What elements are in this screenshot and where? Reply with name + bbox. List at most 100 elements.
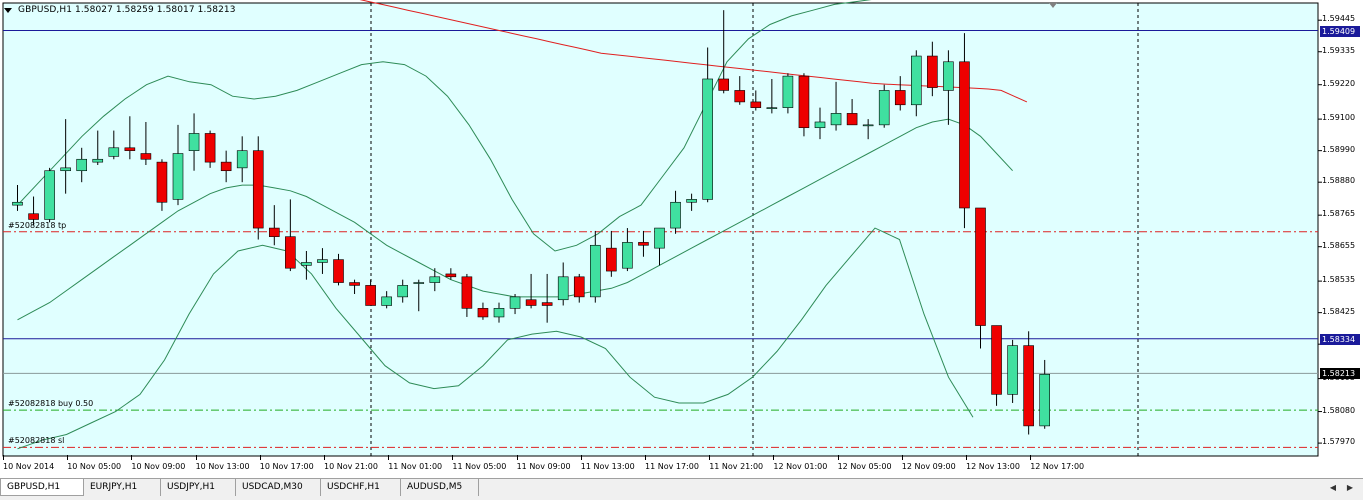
candle-bull [814,121,826,129]
candle-bear [606,247,617,272]
time-axis-label: 12 Nov 09:00 [901,462,956,471]
chart-tab-bar: GBPUSD,H1 EURJPY,H1 USDJPY,H1 USDCAD,M30 USD… [0,478,1363,500]
price-axis-label: 1.59100 [1322,113,1356,123]
candle-bear [991,325,1002,395]
candle-bull [557,276,569,301]
time-tick [452,455,454,460]
candle-bull [686,199,697,203]
tab-audusd-m5[interactable]: AUDUSD,M5 [401,479,479,496]
time-tick [645,455,646,460]
price-axis-label: 1.58765 [1322,209,1356,219]
tab-usdcad-m30[interactable]: USDCAD,M30 [236,479,321,496]
price-axis-label: 1.59220 [1322,78,1356,88]
time-tick [195,455,197,460]
price-chart[interactable] [0,0,1363,478]
candle-bear [365,285,376,306]
time-tick [901,455,903,460]
scroll-left-icon[interactable]: ◀ [1328,482,1338,493]
candle-bear [975,207,986,326]
candle-bear [349,282,360,286]
bid-line-label: 1.58213 [1320,368,1360,380]
price-axis-label: 1.58880 [1322,176,1356,186]
time-axis-label: 10 Nov 05:00 [67,462,122,471]
candle-bear [333,259,344,283]
candle-bull [509,296,521,309]
time-axis-label: 10 Nov 2014 [3,462,55,471]
time-tick [388,455,390,460]
time-tick [837,455,839,460]
tab-eurjpy-h1[interactable]: EURJPY,H1 [84,479,161,496]
time-axis-label: 12 Nov 17:00 [1030,462,1085,471]
time-axis-label: 11 Nov 05:00 [452,462,507,471]
price-axis-label: 1.58990 [1322,144,1356,154]
candle-bear [461,276,473,309]
candle-bull [654,227,665,249]
time-tick [1030,455,1032,460]
candle-bull [943,61,954,91]
candle-bull [622,242,633,269]
time-tick [324,455,325,460]
candle-bear [268,227,280,237]
time-axis-label: 10 Nov 17:00 [259,462,314,471]
candle-bull [782,75,794,108]
candle-bull [44,170,55,220]
candle-bear [541,302,553,306]
time-tick [67,455,69,460]
candle-bull [188,133,200,151]
level-low-label: 1.58334 [1320,333,1360,345]
candle-bull [910,55,922,106]
candle-bear [445,273,457,278]
tab-usdjpy-h1[interactable]: USDJPY,H1 [161,479,236,496]
tab-usdchf-h1[interactable]: USDCHF,H1 [321,479,401,496]
price-axis-label: 1.58080 [1322,405,1356,415]
candle-bull [92,158,104,163]
candle-bear [124,147,136,151]
candle-bear [927,55,938,88]
candle-bull [301,262,312,266]
candle-bear [718,78,730,91]
price-axis-label: 1.59335 [1322,45,1356,55]
candle-bull [766,107,778,109]
time-axis-label: 10 Nov 21:00 [324,462,378,471]
time-axis-label: 11 Nov 09:00 [516,462,571,471]
candle-bull [236,150,248,169]
candle-bear [959,61,970,209]
candle-bull [76,158,87,172]
candle-bear [798,75,810,129]
price-axis-label: 1.57970 [1322,437,1356,447]
candle-bull [60,167,71,172]
candle-bear [220,161,232,172]
candle-bear [894,90,906,106]
candle-bear [285,236,296,269]
time-axis-label: 11 Nov 17:00 [645,462,699,471]
time-axis-label: 11 Nov 13:00 [580,462,635,471]
chart-menu-icon[interactable] [4,7,12,13]
time-axis-label: 11 Nov 21:00 [709,462,764,471]
price-axis-label: 1.58535 [1322,275,1356,285]
candle-bull [493,308,505,318]
price-axis-label: 1.59445 [1322,14,1356,24]
candle-bull [670,201,681,229]
candle-bear [477,308,489,318]
time-tick [131,455,133,460]
candle-bear [1023,345,1034,427]
candle-bull [830,113,842,126]
time-tick [516,455,518,460]
time-tick [773,455,775,460]
level-high-label: 1.59409 [1320,25,1360,37]
candle-bull [172,153,184,200]
candle-bull [317,259,328,263]
candle-bear [156,161,168,203]
chart-info-bar: GBPUSD,H1 1.58027 1.58259 1.58017 1.5821… [4,3,236,17]
order-sl-label: #52082818 sl [8,436,65,446]
tab-gbpusd-h1[interactable]: GBPUSD,H1 [0,479,84,496]
chart-window[interactable]: GBPUSD,H1 1.58027 1.58259 1.58017 1.5821… [0,0,1363,478]
candle-bear [573,276,585,298]
candle-bear [638,242,649,246]
scroll-right-icon[interactable]: ▶ [1345,482,1355,493]
candle-bear [252,150,264,229]
order-tp-label: #52082818 tp [8,220,67,230]
symbol-info: GBPUSD,H1 1.58027 1.58259 1.58017 1.5821… [18,5,236,15]
time-axis-label: 11 Nov 01:00 [388,462,443,471]
candle-bull [1007,345,1018,395]
